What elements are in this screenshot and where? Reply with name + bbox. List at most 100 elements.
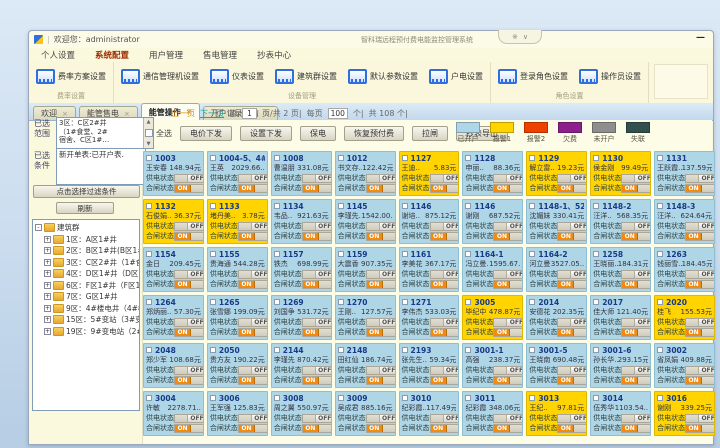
supply-status-toggle[interactable]: OFF [493, 414, 523, 423]
ribbon-button[interactable]: 建筑群设置 [273, 68, 339, 85]
supply-status-toggle[interactable]: OFF [302, 270, 332, 279]
refresh-button[interactable]: 刷新 [56, 202, 114, 214]
supply-status-toggle[interactable]: OFF [174, 318, 204, 327]
room-card[interactable]: 1148-3汪洋..624.64元供电状态OFF合闸状态ON [654, 199, 715, 244]
switch-status-toggle[interactable]: ON [685, 376, 715, 385]
room-card[interactable]: 1004-5、4#一王英2029.66..供电状态OFF合闸状态ON [207, 151, 268, 196]
supply-status-toggle[interactable]: OFF [621, 318, 651, 327]
switch-status-toggle[interactable]: ON [621, 376, 651, 385]
card-checkbox[interactable] [146, 155, 152, 161]
switch-status-toggle[interactable]: ON [366, 424, 396, 433]
ribbon-button[interactable]: 费率方案设置 [34, 68, 108, 85]
ribbon-collapse-control[interactable]: ※ ∨ [498, 30, 542, 44]
switch-status-toggle[interactable]: ON [366, 328, 396, 337]
card-checkbox[interactable] [529, 347, 535, 353]
card-checkbox[interactable] [529, 203, 535, 209]
supply-status-toggle[interactable]: OFF [430, 174, 460, 183]
room-card[interactable]: 1157铁杰698.99元供电状态OFF合闸状态ON [271, 247, 332, 292]
room-card[interactable]: 1269刘国争531.72元供电状态OFF合闸状态ON [271, 295, 332, 340]
switch-status-toggle[interactable]: ON [430, 232, 460, 241]
switch-status-toggle[interactable]: ON [621, 280, 651, 289]
room-card[interactable]: 1159大震香907.35元供电状态OFF合闸状态ON [335, 247, 396, 292]
room-card[interactable]: 1133堵丹美..3.78元供电状态OFF合闸状态ON [207, 199, 268, 244]
card-checkbox[interactable] [338, 251, 344, 257]
card-checkbox[interactable] [529, 299, 535, 305]
card-checkbox[interactable] [593, 203, 599, 209]
card-checkbox[interactable] [402, 203, 408, 209]
menu-item-3[interactable]: 用户管理 [149, 49, 183, 61]
switch-status-toggle[interactable]: ON [174, 328, 204, 337]
switch-status-toggle[interactable]: ON [685, 424, 715, 433]
room-card[interactable]: 1134韦品..921.63元供电状态OFF合闸状态ON [271, 199, 332, 244]
ribbon-button[interactable]: 操作员设置 [577, 68, 643, 85]
switch-status-toggle[interactable]: ON [430, 376, 460, 385]
room-card[interactable]: 1012书文存..122.42元供电状态OFF合闸状态ON [335, 151, 396, 196]
switch-status-toggle[interactable]: ON [621, 232, 651, 241]
supply-status-toggle[interactable]: OFF [493, 366, 523, 375]
room-card[interactable]: 1258王晓丽..184.31元供电状态OFF合闸状态ON [590, 247, 651, 292]
room-card[interactable]: 1130侯金刚99.49元供电状态OFF合闸状态ON [590, 151, 651, 196]
switch-status-toggle[interactable]: ON [557, 424, 587, 433]
supply-status-toggle[interactable]: OFF [685, 222, 715, 231]
menu-item-2[interactable]: 系统配置 [95, 49, 129, 61]
supply-status-toggle[interactable]: OFF [366, 222, 396, 231]
room-card[interactable]: 1148-2汪洋..568.35元供电状态OFF合闸状态ON [590, 199, 651, 244]
supply-status-toggle[interactable]: OFF [174, 270, 204, 279]
switch-status-toggle[interactable]: ON [557, 280, 587, 289]
supply-status-toggle[interactable]: OFF [493, 222, 523, 231]
switch-status-toggle[interactable]: ON [238, 232, 268, 241]
switch-status-toggle[interactable]: ON [302, 328, 332, 337]
card-checkbox[interactable] [338, 395, 344, 401]
card-checkbox[interactable] [274, 203, 280, 209]
switch-status-toggle[interactable]: ON [493, 280, 523, 289]
room-card[interactable]: 2193张先生..59.34元供电状态OFF合闸状态ON [399, 343, 460, 388]
switch-status-toggle[interactable]: ON [302, 184, 332, 193]
supply-status-toggle[interactable]: OFF [557, 414, 587, 423]
card-checkbox[interactable] [657, 395, 663, 401]
card-checkbox[interactable] [593, 299, 599, 305]
supply-status-toggle[interactable]: OFF [493, 174, 523, 183]
room-card[interactable]: 3009吴成君885.16元供电状态OFF合闸状态ON [335, 391, 396, 436]
room-card[interactable]: 1146谢刚687.52元供电状态OFF合闸状态ON [462, 199, 523, 244]
card-checkbox[interactable] [465, 347, 471, 353]
room-card[interactable]: 3001-1高强238.37元供电状态OFF合闸状态ON [462, 343, 523, 388]
supply-status-toggle[interactable]: OFF [174, 174, 204, 183]
card-checkbox[interactable] [274, 299, 280, 305]
supply-status-toggle[interactable]: OFF [430, 222, 460, 231]
supply-status-toggle[interactable]: OFF [621, 414, 651, 423]
switch-status-toggle[interactable]: ON [174, 376, 204, 385]
card-checkbox[interactable] [210, 155, 216, 161]
switch-status-toggle[interactable]: ON [430, 184, 460, 193]
switch-status-toggle[interactable]: ON [621, 184, 651, 193]
minimize-button[interactable]: — [696, 32, 705, 44]
switch-status-toggle[interactable]: ON [238, 328, 268, 337]
collapse-icon[interactable]: ※ [512, 33, 518, 41]
card-checkbox[interactable] [465, 251, 471, 257]
switch-status-toggle[interactable]: ON [174, 184, 204, 193]
switch-status-toggle[interactable]: ON [685, 328, 715, 337]
room-card[interactable]: 3014伍秀华1103.54..供电状态OFF合闸状态ON [590, 391, 651, 436]
expander-icon[interactable]: + [44, 259, 51, 266]
supply-status-toggle[interactable]: OFF [557, 318, 587, 327]
supply-status-toggle[interactable]: OFF [685, 366, 715, 375]
supply-status-toggle[interactable]: OFF [174, 222, 204, 231]
switch-status-toggle[interactable]: ON [621, 328, 651, 337]
room-card[interactable]: 3010纪彩霞..117.49元供电状态OFF合闸状态ON [399, 391, 460, 436]
tree-node-9[interactable]: +19区：9#变电站（2#… [35, 326, 139, 338]
supply-status-toggle[interactable]: OFF [302, 366, 332, 375]
switch-status-toggle[interactable]: ON [366, 232, 396, 241]
card-checkbox[interactable] [402, 347, 408, 353]
supply-status-toggle[interactable]: OFF [621, 270, 651, 279]
supply-status-toggle[interactable]: OFF [238, 414, 268, 423]
card-checkbox[interactable] [146, 299, 152, 305]
action-button-3[interactable]: 保电 [300, 126, 336, 141]
card-checkbox[interactable] [593, 395, 599, 401]
supply-status-toggle[interactable]: OFF [685, 318, 715, 327]
supply-status-toggle[interactable]: OFF [238, 270, 268, 279]
supply-status-toggle[interactable]: OFF [621, 222, 651, 231]
switch-status-toggle[interactable]: ON [238, 280, 268, 289]
card-checkbox[interactable] [338, 347, 344, 353]
room-card[interactable]: 3002省凤娟409.88元供电状态OFF合闸状态ON [654, 343, 715, 388]
room-card[interactable]: 3013王纪..97.81元供电状态OFF合闸状态ON [526, 391, 587, 436]
ribbon-button[interactable]: 仪表设置 [208, 68, 266, 85]
